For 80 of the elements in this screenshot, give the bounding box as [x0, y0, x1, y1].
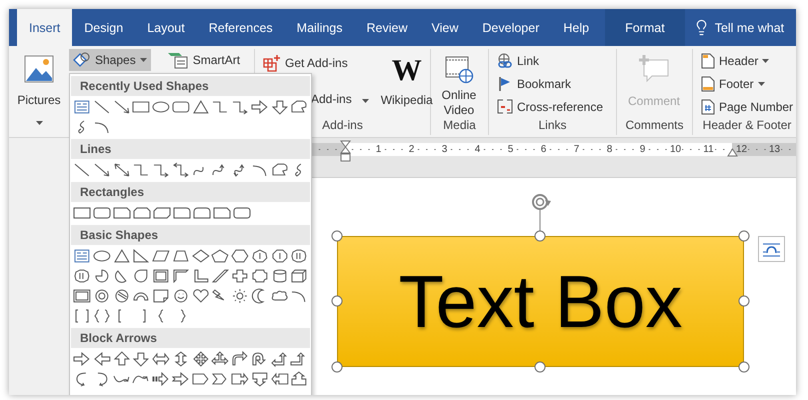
ribbon-tab[interactable]: Review: [354, 9, 420, 46]
section-heading: Lines: [71, 139, 310, 159]
wikipedia-logo: W: [392, 54, 422, 88]
caret-icon: [758, 82, 765, 86]
ribbon-tab[interactable]: Developer: [470, 9, 552, 46]
shapes-button[interactable]: Shapes: [69, 49, 151, 71]
ruler-number: 11: [702, 144, 715, 155]
link-button[interactable]: Cross-reference: [493, 96, 608, 118]
smartart-button[interactable]: SmartArt: [162, 49, 244, 71]
page-number-icon: [701, 99, 715, 115]
group-label: Add-ins: [321, 118, 364, 134]
resize-handle[interactable]: [534, 362, 546, 372]
wikipedia-button[interactable]: W Wikipedia: [380, 49, 433, 118]
group-label: Media: [442, 118, 477, 134]
link-button[interactable]: Bookmark: [493, 73, 608, 95]
ruler-number: 4: [474, 144, 482, 155]
link-button[interactable]: Link: [493, 50, 608, 72]
ruler-number: 10: [668, 144, 682, 155]
resize-handle[interactable]: [332, 296, 342, 306]
group-label: Links: [537, 118, 568, 134]
ribbon-tab[interactable]: Design: [72, 9, 136, 46]
online-video-button[interactable]: Online Video: [435, 49, 483, 118]
ruler-number: 2: [408, 144, 416, 155]
ruler-number: 3: [440, 144, 448, 155]
resize-handle[interactable]: [738, 230, 750, 242]
resize-handle[interactable]: [738, 296, 750, 306]
ruler-number: 6: [540, 144, 548, 155]
left-arrow-icon[interactable]: [92, 349, 112, 369]
ribbon-tab[interactable]: Help: [551, 9, 602, 46]
group-label: Header & Footer: [702, 118, 792, 134]
layout-options-icon[interactable]: [758, 236, 785, 262]
section-heading: Rectangles: [71, 182, 310, 202]
text-box[interactable]: Text Box: [337, 236, 744, 367]
sun-icon[interactable]: [230, 286, 250, 306]
caret-icon: [140, 58, 147, 62]
header-button[interactable]: Header: [697, 50, 796, 72]
picture-icon: [24, 54, 54, 84]
ruler-number: 8: [606, 144, 614, 155]
section-heading: Block Arrows: [71, 328, 310, 348]
connector-arrow-icon[interactable]: [170, 160, 190, 180]
caret-icon: [36, 121, 42, 125]
get-add-ins-button[interactable]: Get Add-ins: [259, 54, 373, 72]
section-heading: Basic Shapes: [71, 225, 310, 245]
ruler-number: 12: [734, 144, 748, 155]
resize-handle[interactable]: [332, 230, 342, 242]
resize-handle[interactable]: [534, 230, 546, 242]
ribbon-tab[interactable]: Format: [605, 9, 685, 46]
ribbon-tab[interactable]: View: [420, 9, 470, 46]
group-label: Comments: [624, 118, 684, 134]
pictures-button[interactable]: Pictures: [13, 49, 65, 129]
add-ins-icon: [263, 54, 281, 72]
ruler-number: 5: [506, 144, 514, 155]
speech-bubble-icon: [638, 54, 670, 84]
chain-globe-icon: [497, 53, 513, 69]
film-globe-icon: [444, 54, 474, 84]
shapes-icon: [73, 52, 91, 68]
cross-reference-icon: [497, 99, 513, 115]
caret-icon: [362, 99, 369, 103]
ribbon-tab[interactable]: References: [196, 9, 285, 46]
ruler-number: 1: [374, 144, 382, 155]
ruler-number: 9: [638, 144, 646, 155]
page-number-button[interactable]: Page Number: [697, 96, 796, 118]
ribbon-tab[interactable]: Layout: [135, 9, 197, 46]
resize-handle[interactable]: [738, 362, 750, 372]
text-box-text: Text Box: [398, 259, 682, 344]
quad-arrow-icon[interactable]: [190, 349, 210, 369]
my-add-ins-button[interactable]: Add-ins: [307, 88, 373, 110]
ribbon-tab[interactable]: Insert: [17, 9, 72, 46]
ruler-number: 7: [572, 144, 580, 155]
ruler-number: 13: [768, 144, 782, 155]
ribbon-tab[interactable]: Mailings: [284, 9, 355, 46]
resize-handle[interactable]: [332, 362, 342, 372]
footer-button[interactable]: Footer: [697, 73, 796, 95]
caret-icon: [762, 59, 770, 63]
smartart-icon: [166, 51, 189, 69]
right-indent-marker-icon[interactable]: [727, 147, 738, 157]
tell-me-search[interactable]: Tell me what: [692, 9, 784, 46]
header-page-icon: [701, 53, 715, 69]
footer-page-icon: [701, 76, 715, 92]
section-heading: Recently Used Shapes: [71, 76, 310, 96]
